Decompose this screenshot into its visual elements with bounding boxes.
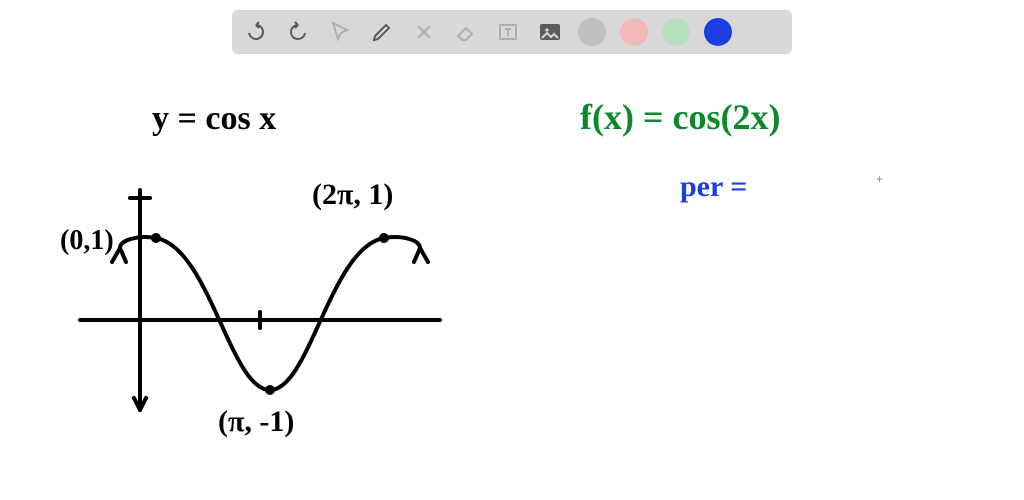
pencil-icon[interactable] <box>368 18 396 46</box>
toolbar <box>232 10 792 54</box>
swatch-pink[interactable] <box>620 18 648 46</box>
eraser-icon[interactable] <box>452 18 480 46</box>
pointer-icon[interactable] <box>326 18 354 46</box>
equation-right: f(x) = cos(2x) <box>580 96 780 138</box>
point-label-origin: (0,1) <box>60 225 114 257</box>
point-label-pi: (π, -1) <box>218 405 294 439</box>
period-label: per = <box>680 170 747 204</box>
equation-left: y = cos x <box>152 100 276 138</box>
cursor-indicator: + <box>876 172 883 186</box>
redo-icon[interactable] <box>284 18 312 46</box>
undo-icon[interactable] <box>242 18 270 46</box>
swatch-blue[interactable] <box>704 18 732 46</box>
point-label-2pi: (2π, 1) <box>312 178 393 212</box>
text-box-icon[interactable] <box>494 18 522 46</box>
tools-icon[interactable] <box>410 18 438 46</box>
image-icon[interactable] <box>536 18 564 46</box>
swatch-gray[interactable] <box>578 18 606 46</box>
swatch-green[interactable] <box>662 18 690 46</box>
